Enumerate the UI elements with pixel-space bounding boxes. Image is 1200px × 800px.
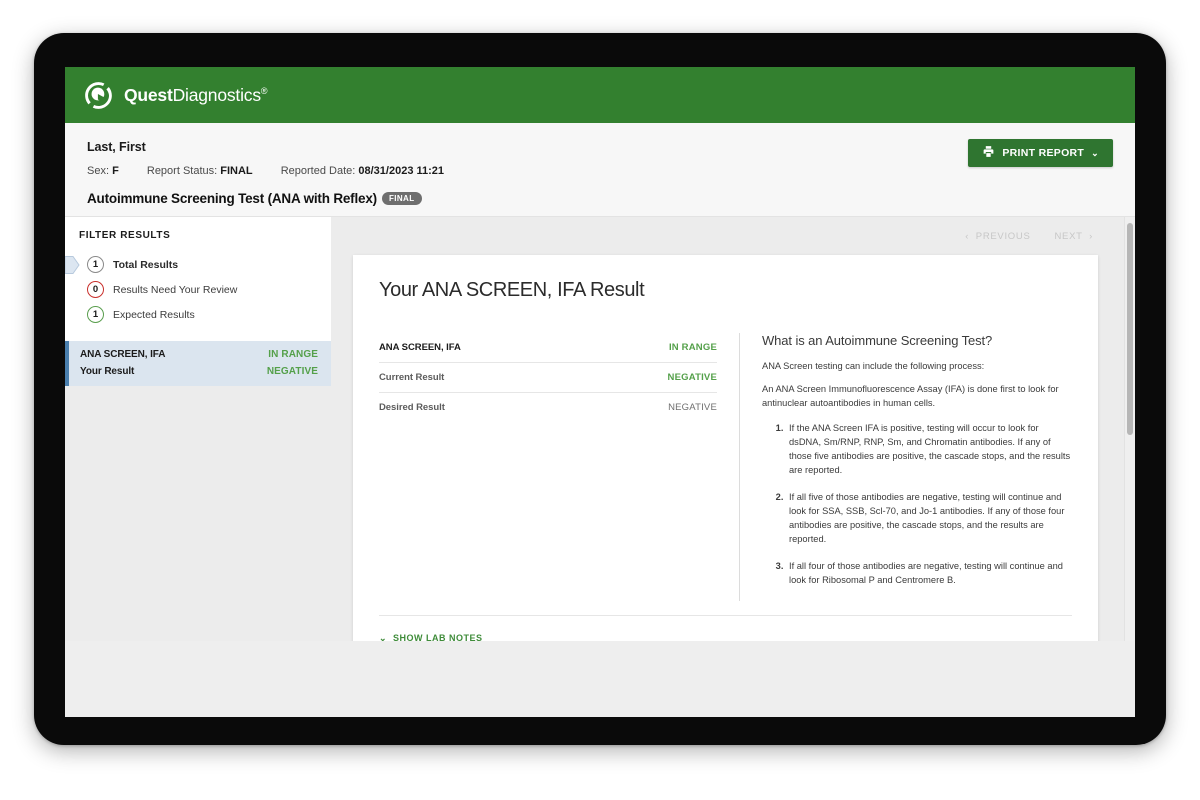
previous-label: PREVIOUS (976, 231, 1031, 242)
filter-label: Results Need Your Review (113, 284, 237, 296)
filter-item-total-results[interactable]: 1 Total Results (65, 252, 331, 277)
chevron-down-icon: ⌄ (1091, 148, 1099, 159)
brand-header-bar: QuestDiagnostics® (65, 67, 1135, 123)
reported-date-label: Reported Date: (281, 165, 356, 177)
report-status-label: Report Status: (147, 165, 217, 177)
status-badge: FINAL (382, 192, 422, 205)
list-item: If all five of those antibodies are nega… (786, 491, 1072, 547)
report-status-field: Report Status: FINAL (147, 165, 253, 177)
registered-mark: ® (261, 86, 267, 96)
next-record-button[interactable]: NEXT › (1054, 231, 1093, 242)
table-row: Desired Result NEGATIVE (379, 393, 717, 422)
explanation-paragraph-1: ANA Screen testing can include the follo… (762, 360, 1072, 373)
filter-results-panel: FILTER RESULTS 1 Total Results 0 Results… (65, 217, 331, 341)
sidebar-result-item-ana-screen[interactable]: ANA SCREEN, IFA IN RANGE Your Result NEG… (65, 341, 331, 386)
brand-name-bold: Quest (124, 85, 173, 105)
patient-meta-row: Sex: F Report Status: FINAL Reported Dat… (87, 165, 1113, 177)
tablet-device-frame: QuestDiagnostics® Last, First Sex: F Rep… (34, 33, 1166, 745)
tablet-screen: QuestDiagnostics® Last, First Sex: F Rep… (65, 67, 1135, 717)
sidebar-result-range-status: IN RANGE (268, 349, 318, 360)
filter-count-badge: 1 (87, 256, 104, 273)
show-lab-notes-toggle[interactable]: ⌄ SHOW LAB NOTES (379, 633, 483, 641)
report-status-value: FINAL (220, 165, 252, 177)
printer-icon (982, 145, 995, 161)
scrollbar-thumb[interactable] (1127, 223, 1133, 435)
reported-date-value: 08/31/2023 11:21 (358, 165, 444, 177)
sidebar-result-value: NEGATIVE (267, 366, 318, 377)
print-report-label: PRINT REPORT (1002, 147, 1084, 159)
quest-q-logo-icon (84, 81, 113, 110)
brand-name-light: Diagnostics (173, 85, 261, 105)
list-item: If the ANA Screen IFA is positive, testi… (786, 422, 1072, 478)
sidebar: FILTER RESULTS 1 Total Results 0 Results… (65, 217, 331, 641)
result-row-label: Current Result (379, 372, 444, 383)
content-area: FILTER RESULTS 1 Total Results 0 Results… (65, 217, 1135, 641)
result-row-label: Desired Result (379, 402, 445, 413)
table-row: Current Result NEGATIVE (379, 363, 717, 393)
page-title: Autoimmune Screening Test (ANA with Refl… (87, 191, 1113, 206)
result-card-title: Your ANA SCREEN, IFA Result (379, 279, 1072, 302)
filter-count-badge: 1 (87, 306, 104, 323)
sidebar-result-name-row: ANA SCREEN, IFA IN RANGE (80, 349, 318, 360)
main-content-column: ‹ PREVIOUS NEXT › Your ANA SCREEN, IFA R… (331, 217, 1135, 641)
next-label: NEXT (1054, 231, 1082, 242)
filter-label: Expected Results (113, 309, 195, 321)
result-row-value: IN RANGE (669, 342, 717, 353)
sidebar-result-label: Your Result (80, 366, 134, 377)
previous-record-button[interactable]: ‹ PREVIOUS (965, 231, 1030, 242)
brand-wordmark: QuestDiagnostics® (124, 85, 267, 106)
result-row-value: NEGATIVE (668, 372, 717, 383)
sex-label: Sex: (87, 165, 109, 177)
sex-field: Sex: F (87, 165, 119, 177)
filter-label: Total Results (113, 259, 178, 271)
record-pagination-nav: ‹ PREVIOUS NEXT › (331, 217, 1135, 255)
filter-item-needs-review[interactable]: 0 Results Need Your Review (65, 277, 331, 302)
chevron-down-icon: ⌄ (379, 633, 387, 641)
sex-value: F (112, 165, 119, 177)
filter-results-title: FILTER RESULTS (65, 230, 331, 252)
show-lab-notes-label: SHOW LAB NOTES (393, 633, 483, 641)
sidebar-result-test-name: ANA SCREEN, IFA (80, 349, 165, 360)
test-explanation-pane: What is an Autoimmune Screening Test? AN… (739, 333, 1072, 601)
test-panel-name: Autoimmune Screening Test (ANA with Refl… (87, 191, 377, 206)
result-card: Your ANA SCREEN, IFA Result ANA SCREEN, … (353, 255, 1098, 641)
patient-header: Last, First Sex: F Report Status: FINAL … (65, 123, 1135, 217)
result-card-body: ANA SCREEN, IFA IN RANGE Current Result … (379, 333, 1072, 601)
print-report-button[interactable]: PRINT REPORT ⌄ (968, 139, 1113, 167)
list-item: If all four of those antibodies are nega… (786, 560, 1072, 588)
sidebar-result-value-row: Your Result NEGATIVE (80, 366, 318, 377)
selected-pointer-icon (65, 255, 80, 274)
table-row: ANA SCREEN, IFA IN RANGE (379, 333, 717, 363)
filter-item-expected-results[interactable]: 1 Expected Results (65, 302, 331, 327)
vertical-scrollbar[interactable] (1124, 217, 1135, 641)
filter-count-badge: 0 (87, 281, 104, 298)
explanation-paragraph-2: An ANA Screen Immunofluorescence Assay (… (762, 383, 1072, 410)
result-values-pane: ANA SCREEN, IFA IN RANGE Current Result … (379, 333, 739, 601)
patient-name: Last, First (87, 140, 1113, 154)
result-row-value: NEGATIVE (668, 402, 717, 413)
lab-notes-section: ⌄ SHOW LAB NOTES (379, 615, 1072, 641)
explanation-heading: What is an Autoimmune Screening Test? (762, 333, 1072, 348)
reported-date-field: Reported Date: 08/31/2023 11:21 (281, 165, 444, 177)
explanation-steps-list: If the ANA Screen IFA is positive, testi… (762, 422, 1072, 587)
result-row-label: ANA SCREEN, IFA (379, 342, 461, 353)
